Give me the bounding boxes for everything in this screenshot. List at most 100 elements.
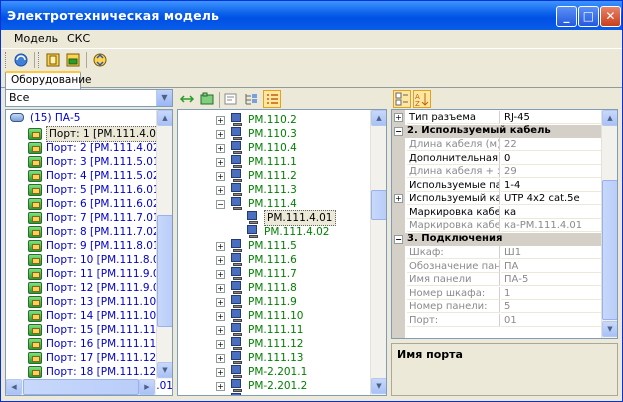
property-row[interactable]: Длина кабеля (м) 22 bbox=[392, 138, 601, 151]
scroll-left-button[interactable]: ◀ bbox=[6, 379, 22, 395]
expand-icon[interactable]: + bbox=[216, 158, 225, 167]
sync-icon[interactable] bbox=[92, 52, 108, 68]
collapse-all-icon[interactable] bbox=[199, 91, 215, 107]
panel-icon[interactable] bbox=[65, 52, 81, 68]
monitor-shape bbox=[231, 183, 241, 192]
rm-label: PM-2.201.3 bbox=[248, 392, 307, 395]
property-row[interactable]: Маркировка кабеляка-PM.111.4.01 bbox=[392, 219, 601, 232]
property-value[interactable]: 0 bbox=[501, 152, 601, 165]
equipment-icon[interactable] bbox=[45, 52, 61, 68]
expand-icon[interactable]: + bbox=[216, 298, 225, 307]
ports-scroll-thumb[interactable] bbox=[157, 215, 172, 327]
ports-tree[interactable]: (15) ПА-5 Порт: 1 [PM.111.4.01] Порт: 2 [… bbox=[5, 109, 173, 396]
expand-icon[interactable]: + bbox=[216, 130, 225, 139]
mid-scroll-thumb[interactable] bbox=[371, 190, 386, 220]
mid-scroll-up-button[interactable]: ▲ bbox=[371, 110, 386, 126]
property-row[interactable]: Длина кабеля + зап29 bbox=[392, 165, 601, 178]
refresh-icon[interactable] bbox=[13, 52, 29, 68]
grid-vscroll[interactable]: ▲ ▼ bbox=[601, 110, 617, 338]
property-value[interactable]: ПА bbox=[501, 260, 601, 273]
tab-equipment[interactable]: Оборудование bbox=[5, 71, 92, 89]
scroll-down-button[interactable]: ▼ bbox=[157, 362, 172, 378]
property-row[interactable]: Маркировка кабеляка bbox=[392, 205, 601, 219]
expand-icon[interactable]: + bbox=[216, 116, 225, 125]
property-value[interactable]: ПА-5 bbox=[501, 273, 601, 286]
expand-icon[interactable]: + bbox=[216, 326, 225, 335]
ports-hscroll-thumb[interactable] bbox=[23, 379, 139, 395]
mid-scroll-down-button[interactable]: ▼ bbox=[371, 378, 386, 394]
property-value[interactable]: 1-4 bbox=[501, 179, 601, 192]
property-row[interactable]: Номер панели: 5 bbox=[392, 300, 601, 313]
property-value[interactable]: UTP 4x2 cat.5e bbox=[501, 192, 601, 205]
chevron-down-icon[interactable]: ▼ bbox=[156, 90, 172, 106]
property-value[interactable]: Ш1 bbox=[501, 246, 601, 259]
expand-icon[interactable]: + bbox=[216, 186, 225, 195]
property-row[interactable]: + Используемый кабеUTP 4x2 cat.5e bbox=[392, 192, 601, 205]
expand-icon[interactable]: + bbox=[394, 194, 403, 203]
expand-icon[interactable]: + bbox=[216, 172, 225, 181]
monitor-shape bbox=[231, 127, 241, 136]
title-bar[interactable]: Электротехническая модель _ □ ✕ bbox=[1, 1, 622, 30]
property-value[interactable]: 29 bbox=[501, 165, 601, 178]
expand-icon[interactable]: + bbox=[216, 340, 225, 349]
expand-icon[interactable]: + bbox=[216, 354, 225, 363]
filter-combo[interactable]: Все ▼ bbox=[5, 89, 173, 107]
collapse-icon[interactable]: − bbox=[394, 126, 403, 136]
property-grid[interactable]: + Тип разъема RJ-45−2. Используемый кабель… bbox=[391, 109, 618, 339]
ports-hscroll[interactable]: ◀ ▶ bbox=[6, 379, 156, 395]
expand-icon[interactable]: + bbox=[216, 144, 225, 153]
property-row[interactable]: Обозначение панелПА bbox=[392, 259, 601, 273]
property-row[interactable]: Имя панели ПА-5 bbox=[392, 273, 601, 286]
expand-icon[interactable]: + bbox=[216, 284, 225, 293]
grid-scroll-thumb[interactable] bbox=[602, 180, 617, 320]
property-row[interactable]: Используемые пары1-4 bbox=[392, 178, 601, 192]
grid-scroll-up-button[interactable]: ▲ bbox=[602, 110, 617, 126]
collapse-icon[interactable]: − bbox=[394, 234, 403, 244]
property-category[interactable]: −2. Используемый кабель bbox=[392, 124, 602, 138]
tree-view-icon[interactable] bbox=[243, 91, 259, 107]
collapse-icon[interactable]: − bbox=[216, 200, 225, 209]
property-value[interactable]: ка bbox=[501, 206, 601, 219]
scroll-up-button[interactable]: ▲ bbox=[157, 110, 172, 126]
property-row[interactable]: Порт: 01 bbox=[392, 313, 601, 327]
property-row[interactable]: + Тип разъема RJ-45 bbox=[392, 111, 601, 124]
expand-icon[interactable]: + bbox=[216, 270, 225, 279]
categorized-icon[interactable] bbox=[393, 90, 411, 108]
property-name: Используемый кабе bbox=[407, 192, 500, 205]
menu-model[interactable]: Модель bbox=[14, 32, 58, 45]
expand-all-icon[interactable] bbox=[179, 91, 195, 107]
maximize-button[interactable]: □ bbox=[578, 6, 599, 27]
toolbar-grip[interactable] bbox=[5, 52, 8, 68]
panels-vscroll[interactable]: ▲ ▼ bbox=[370, 110, 386, 395]
property-value[interactable]: 22 bbox=[501, 138, 601, 151]
property-value[interactable]: ка-PM.111.4.01 bbox=[501, 219, 601, 232]
expand-icon[interactable]: + bbox=[394, 113, 403, 122]
filter-icon[interactable] bbox=[223, 91, 239, 107]
property-value[interactable]: 1 bbox=[501, 287, 601, 300]
port-icon bbox=[28, 212, 42, 224]
property-value[interactable]: 5 bbox=[501, 300, 601, 313]
property-row[interactable]: Шкаф: Ш1 bbox=[392, 246, 601, 259]
expand-icon[interactable]: + bbox=[216, 382, 225, 391]
toolbar-grip-2[interactable] bbox=[38, 52, 41, 68]
scroll-right-button[interactable]: ▶ bbox=[139, 379, 155, 395]
property-value[interactable]: 01 bbox=[501, 314, 601, 327]
expand-icon[interactable]: + bbox=[216, 242, 225, 251]
ports-vscroll[interactable]: ▲ ▼ bbox=[156, 110, 172, 379]
property-category[interactable]: −3. Подключения bbox=[392, 232, 602, 246]
property-value[interactable]: RJ-45 bbox=[501, 111, 601, 124]
property-row[interactable]: Дополнительная дл0 bbox=[392, 151, 601, 165]
close-button[interactable]: ✕ bbox=[600, 6, 621, 27]
panels-tree[interactable]: + PM.110.2 + PM.110.3 + PM.110.4 + PM.111.1 + PM.… bbox=[177, 109, 387, 396]
grid-scroll-down-button[interactable]: ▼ bbox=[602, 321, 617, 337]
sort-az-icon[interactable]: AZ bbox=[413, 90, 431, 108]
port-icon bbox=[28, 226, 42, 238]
minimize-button[interactable]: _ bbox=[556, 6, 577, 27]
property-row[interactable]: Номер шкафа: 1 bbox=[392, 286, 601, 300]
expand-icon[interactable]: + bbox=[216, 312, 225, 321]
expand-icon[interactable]: + bbox=[216, 256, 225, 265]
toolbar-separator-2 bbox=[86, 52, 87, 68]
expand-icon[interactable]: + bbox=[216, 368, 225, 377]
menu-scs[interactable]: СКС bbox=[67, 32, 90, 45]
list-view-icon[interactable] bbox=[263, 90, 281, 108]
